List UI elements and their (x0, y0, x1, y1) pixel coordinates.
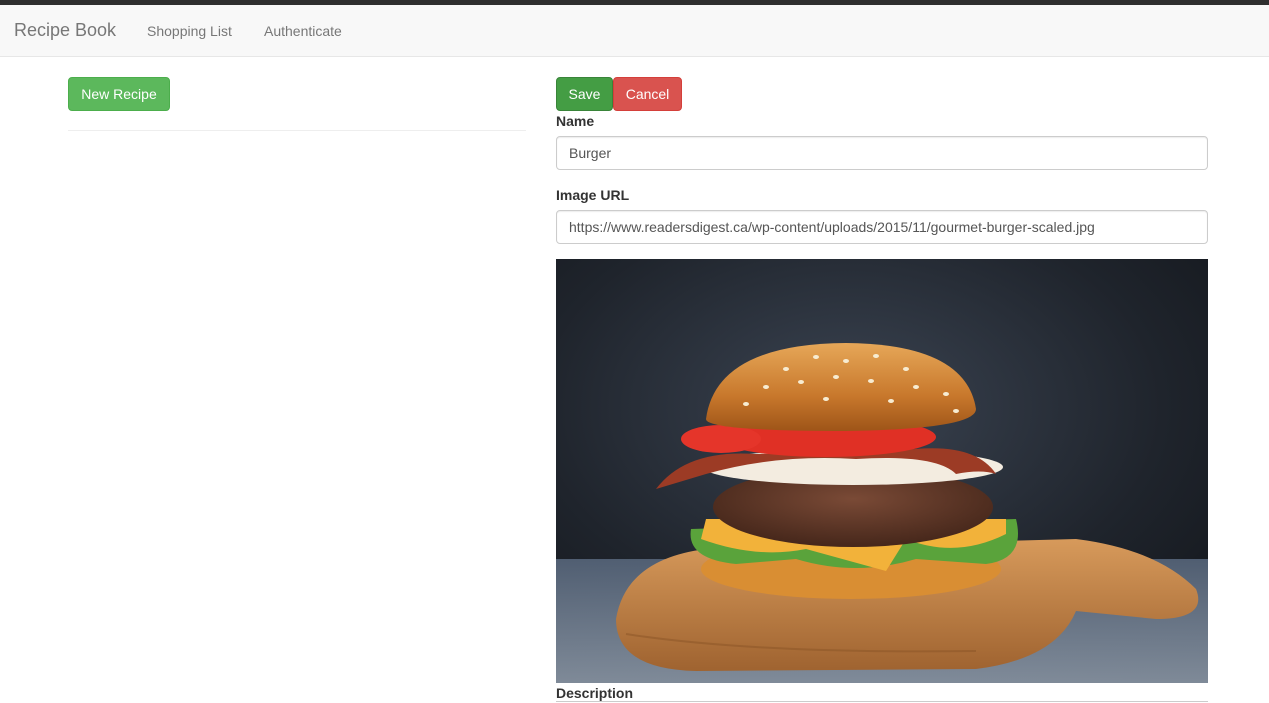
save-button[interactable]: Save (556, 77, 613, 111)
nav-authenticate[interactable]: Authenticate (264, 23, 342, 39)
image-url-label: Image URL (556, 187, 630, 203)
cancel-button[interactable]: Cancel (613, 77, 682, 111)
name-field[interactable] (556, 136, 1208, 170)
description-label: Description (556, 685, 634, 701)
brand-link[interactable]: Recipe Book (14, 20, 116, 41)
recipe-list-divider (68, 130, 526, 131)
nav-shopping-list[interactable]: Shopping List (147, 23, 232, 39)
name-label: Name (556, 113, 595, 129)
navbar: Recipe Book Shopping List Authenticate (0, 5, 1269, 57)
new-recipe-button[interactable]: New Recipe (68, 77, 170, 111)
recipe-image-preview (556, 259, 1208, 683)
image-url-field[interactable] (556, 210, 1208, 244)
burger-photo (556, 259, 1208, 683)
